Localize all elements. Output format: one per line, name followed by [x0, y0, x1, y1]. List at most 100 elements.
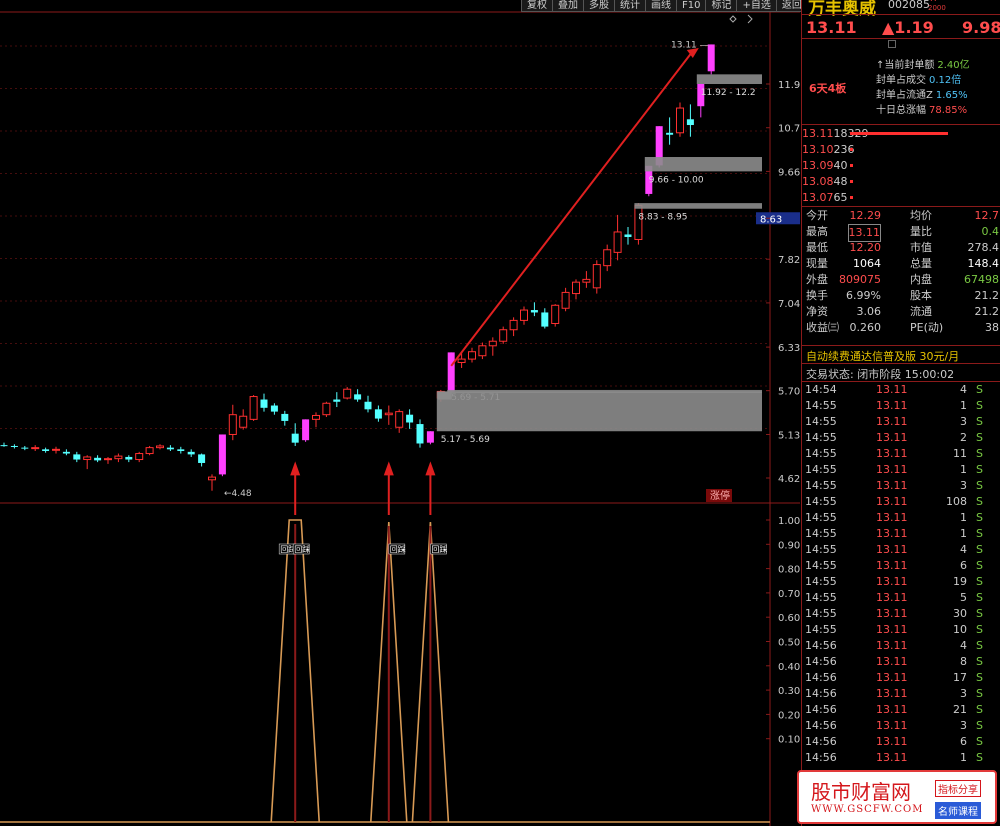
order-row[interactable]: 13.07 65	[802, 190, 1000, 206]
seal-label: 封单占流通Z	[876, 90, 933, 101]
tick-volume: 8	[960, 655, 967, 668]
kline-chart[interactable]: 11.92 10.73 9.66 8.63 7.82 7.04 6.33 5.70 5.13 4.…	[0, 0, 800, 826]
price-tick-label: 4.62	[778, 474, 800, 485]
candle-body	[395, 411, 404, 428]
candle-body	[499, 329, 508, 342]
tick-row: 14:55 13.11 1 S	[802, 526, 1000, 542]
tick-price: 13.11	[876, 431, 908, 444]
stats-row: 外盘 809075 内盘 67498	[802, 272, 1000, 288]
checkbox-icon[interactable]	[888, 40, 896, 48]
order-row[interactable]: 13.08 48	[802, 174, 1000, 190]
tick-side: S	[976, 735, 983, 748]
tick-row: 14:55 13.11 2 S	[802, 430, 1000, 446]
tick-time: 14:56	[805, 671, 837, 684]
tick-list[interactable]: 14:54 13.11 4 S 14:55 13.11 1 S 14:55 13.11 3 S 14:5…	[802, 382, 1000, 766]
candle-body	[613, 231, 622, 253]
toolbar-button[interactable]: 标记	[705, 0, 738, 12]
stats-label: 今开	[806, 209, 828, 222]
arrow-head-icon	[425, 461, 436, 476]
tick-price: 13.11	[876, 511, 908, 524]
divider	[802, 363, 1000, 364]
stats-row: 净资 3.06 流通 21.2	[802, 304, 1000, 320]
seal-row: 封单占成交 0.12倍	[876, 73, 970, 88]
order-book: 13.111832913.1023613.094013.084813.0765	[802, 126, 1000, 206]
tick-volume: 11	[953, 447, 967, 460]
tick-price: 13.11	[876, 607, 908, 620]
order-row[interactable]: 13.10 236	[802, 142, 1000, 158]
indicator-tick-label: 0.40	[778, 662, 800, 673]
tick-time: 14:55	[805, 415, 837, 428]
tick-volume: 30	[953, 607, 967, 620]
candle-body	[177, 449, 185, 452]
tick-side: S	[976, 575, 983, 588]
toolbar-button[interactable]: 统计	[614, 0, 646, 12]
candle-body	[42, 449, 50, 452]
r-sub: 2000	[928, 4, 946, 12]
candle-body	[457, 358, 466, 363]
stats-value: 21.2	[974, 289, 1000, 302]
tick-side: S	[976, 495, 983, 508]
order-row[interactable]: 13.1118329	[802, 126, 1000, 142]
volume-bar	[850, 132, 948, 135]
sector-banner[interactable]: 自动续费通达信普及版 30元/月	[806, 348, 959, 364]
toolbar-button[interactable]: 画线	[645, 0, 677, 12]
candle-body	[145, 447, 154, 455]
tick-price: 13.11	[876, 447, 908, 460]
tick-volume: 5	[960, 591, 967, 604]
stats-row: 换手 6.99% 股本 21.2	[802, 288, 1000, 304]
divider	[802, 38, 1000, 39]
tick-time: 14:55	[805, 527, 837, 540]
toolbar-button[interactable]: 叠加	[552, 0, 584, 12]
tick-price: 13.11	[876, 399, 908, 412]
toolbar-button[interactable]: 多股	[583, 0, 615, 12]
watermark-logo: 股市财富网 WWW.GSCFW.COM 指标分享 名师课程	[797, 770, 997, 824]
tick-row: 14:55 13.11 10 S	[802, 622, 1000, 638]
candle-body	[384, 412, 393, 416]
order-row[interactable]: 13.09 40	[802, 158, 1000, 174]
tick-side: S	[976, 719, 983, 732]
tick-time: 14:56	[805, 735, 837, 748]
stats-value: 12.20	[849, 241, 882, 254]
stats-label: 流通	[910, 305, 932, 318]
tick-row: 14:56 13.11 17 S	[802, 670, 1000, 686]
tick-row: 14:56 13.11 21 S	[802, 702, 1000, 718]
order-price: 13.09	[802, 159, 834, 172]
limit-board-tag: 6天4板	[809, 82, 847, 95]
tick-volume: 4	[960, 639, 967, 652]
candle-body	[572, 281, 580, 295]
candle-body	[322, 402, 331, 416]
tick-side: S	[976, 543, 983, 556]
tick-row: 14:56 13.11 6 S	[802, 734, 1000, 750]
candle-body	[406, 414, 414, 423]
tick-price: 13.11	[876, 575, 908, 588]
chart-toolbar: 复权 叠加 多股 统计 画线 F10 标记 +自选 返回	[521, 0, 808, 12]
tick-time: 14:55	[805, 447, 837, 460]
tick-price: 13.11	[876, 415, 908, 428]
candle-body	[281, 413, 289, 421]
toolbar-button[interactable]: +自选	[736, 0, 777, 12]
tick-volume: 1	[960, 463, 967, 476]
indicator-tick-label: 0.30	[778, 686, 800, 697]
divider	[802, 206, 1000, 207]
divider	[802, 345, 1000, 346]
candle-body	[291, 433, 299, 443]
support-zone	[436, 391, 762, 432]
stats-value: 12.7	[974, 209, 1000, 222]
tick-volume: 10	[953, 623, 967, 636]
toolbar-button[interactable]: F10	[676, 0, 707, 12]
candle-body	[707, 44, 715, 72]
tick-side: S	[976, 623, 983, 636]
divider	[802, 14, 1000, 15]
limit-tag: 涨停	[710, 489, 730, 502]
tick-price: 13.11	[876, 543, 908, 556]
signal-label: 回踩	[294, 544, 310, 554]
candle-body	[530, 310, 538, 313]
tick-price: 13.11	[876, 623, 908, 636]
candle-body	[104, 458, 112, 461]
stock-code: 002085	[888, 0, 930, 11]
tick-volume: 4	[960, 543, 967, 556]
stats-label: 收益㈢	[806, 321, 839, 334]
tick-side: S	[976, 463, 983, 476]
toolbar-button[interactable]: 复权	[521, 0, 553, 12]
seal-label: 当前封单额	[884, 60, 935, 71]
